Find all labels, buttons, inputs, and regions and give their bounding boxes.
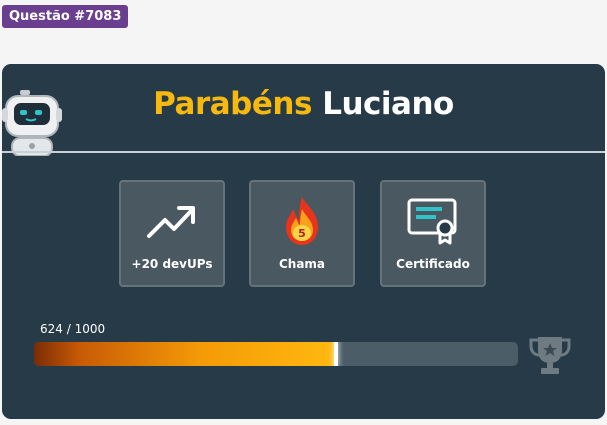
user-name: Luciano	[322, 86, 454, 122]
reward-tile-certificate: Certificado	[380, 180, 486, 287]
progress-text: 624 / 1000	[40, 322, 106, 336]
certificate-icon	[407, 198, 457, 245]
congrats-card: Parabéns Luciano +20 devUPs 5 Chama Cert…	[2, 64, 605, 419]
greeting-text: Parabéns	[153, 86, 312, 122]
reward-tile-flame: 5 Chama	[249, 180, 355, 287]
question-badge: Questão #7083	[2, 5, 129, 28]
flame-icon: 5	[286, 197, 318, 245]
reward-label: Chama	[278, 257, 326, 271]
reward-label: Certificado	[396, 257, 470, 271]
header-divider	[2, 151, 605, 153]
trophy-icon	[529, 337, 571, 374]
flame-count: 5	[298, 227, 306, 240]
page-title: Parabéns Luciano	[2, 86, 605, 122]
progress-fill	[34, 342, 336, 366]
progress-bar	[34, 342, 518, 366]
trend-up-arrow-icon	[147, 206, 195, 238]
reward-tile-devups: +20 devUPs	[119, 180, 225, 287]
card-header: Parabéns Luciano	[2, 64, 605, 156]
reward-label: +20 devUPs	[131, 257, 213, 271]
progress-marker	[334, 342, 338, 366]
